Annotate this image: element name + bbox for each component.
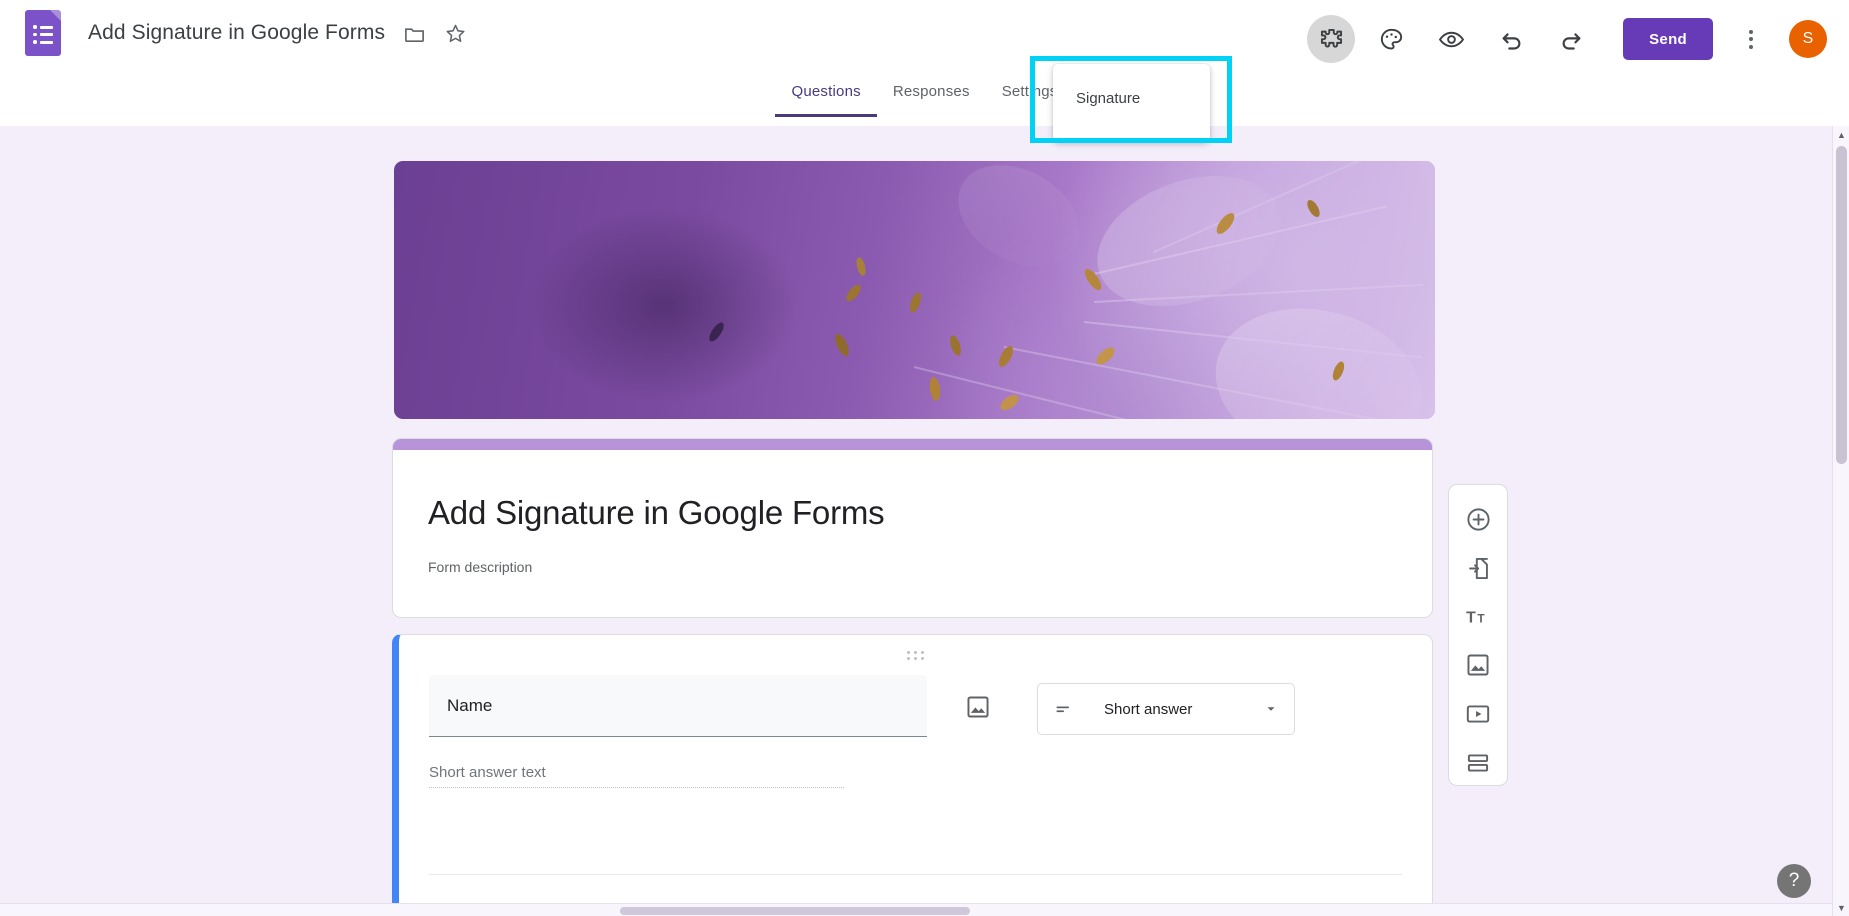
scroll-down-arrow[interactable]: ▼	[1833, 899, 1849, 916]
tab-questions[interactable]: Questions	[775, 78, 877, 117]
form-description[interactable]: Form description	[393, 532, 1432, 575]
svg-text:T: T	[1477, 612, 1485, 626]
scroll-up-arrow[interactable]: ▲	[1833, 126, 1849, 143]
editor-tabs: Questions Responses Settings	[0, 78, 1849, 126]
answer-underline	[429, 787, 844, 788]
answer-placeholder: Short answer text	[429, 764, 546, 781]
form-scroll-area: Add Signature in Google Forms Form descr…	[0, 126, 1849, 916]
help-button[interactable]: ?	[1777, 864, 1811, 898]
scrollbar-thumb[interactable]	[1836, 146, 1847, 464]
app-header: Add Signature in Google Forms Send S	[0, 0, 1849, 78]
menu-item-signature[interactable]: Signature	[1053, 88, 1210, 110]
google-forms-logo[interactable]	[25, 10, 61, 56]
add-question-button[interactable]	[1455, 497, 1501, 542]
addon-dropdown-menu: Signature	[1053, 64, 1210, 142]
form-title[interactable]: Add Signature in Google Forms	[393, 450, 1432, 532]
form-accent-stripe	[393, 439, 1432, 450]
svg-text:T: T	[1466, 610, 1476, 627]
chevron-down-icon	[1267, 707, 1275, 711]
question-divider	[429, 874, 1402, 875]
add-image-icon[interactable]	[957, 686, 999, 728]
horizontal-scrollbar[interactable]	[0, 903, 1832, 916]
tab-responses[interactable]: Responses	[877, 78, 986, 114]
vertical-scrollbar[interactable]: ▲ ▼	[1832, 126, 1849, 916]
question-card[interactable]: Short answer Short answer text	[392, 634, 1433, 914]
add-section-button[interactable]	[1455, 740, 1501, 785]
star-icon[interactable]	[444, 22, 467, 45]
horizontal-scrollbar-thumb[interactable]	[620, 907, 970, 915]
question-type-select[interactable]: Short answer	[1037, 683, 1295, 735]
google-forms-editor: Add Signature in Google Forms Send S Que…	[0, 0, 1849, 916]
short-answer-icon	[1056, 706, 1069, 713]
redo-button[interactable]	[1547, 15, 1595, 63]
form-header-card: Add Signature in Google Forms Form descr…	[392, 438, 1433, 618]
add-video-button[interactable]	[1455, 692, 1501, 737]
import-questions-button[interactable]	[1455, 546, 1501, 591]
theme-button[interactable]	[1367, 15, 1415, 63]
header-right-group: Send S	[1301, 0, 1827, 78]
send-button[interactable]: Send	[1623, 18, 1713, 60]
header-left-group: Add Signature in Google Forms	[25, 10, 467, 56]
add-title-button[interactable]: T T	[1455, 594, 1501, 639]
preview-button[interactable]	[1427, 15, 1475, 63]
undo-button[interactable]	[1487, 15, 1535, 63]
addons-button[interactable]	[1307, 15, 1356, 63]
document-title[interactable]: Add Signature in Google Forms	[88, 21, 385, 45]
avatar[interactable]: S	[1789, 20, 1827, 58]
add-image-button[interactable]	[1455, 643, 1501, 688]
question-title-input[interactable]	[429, 675, 927, 737]
question-answer-preview: Short answer text	[399, 737, 1432, 788]
drag-handle-icon[interactable]	[906, 651, 925, 660]
question-type-label: Short answer	[1104, 700, 1193, 718]
form-banner-image[interactable]	[394, 161, 1435, 419]
folder-icon[interactable]	[403, 22, 426, 45]
title-text-icon: T T	[1466, 610, 1485, 627]
question-tools-toolbar: T T	[1448, 484, 1508, 786]
kebab-menu-icon[interactable]	[1731, 19, 1771, 59]
